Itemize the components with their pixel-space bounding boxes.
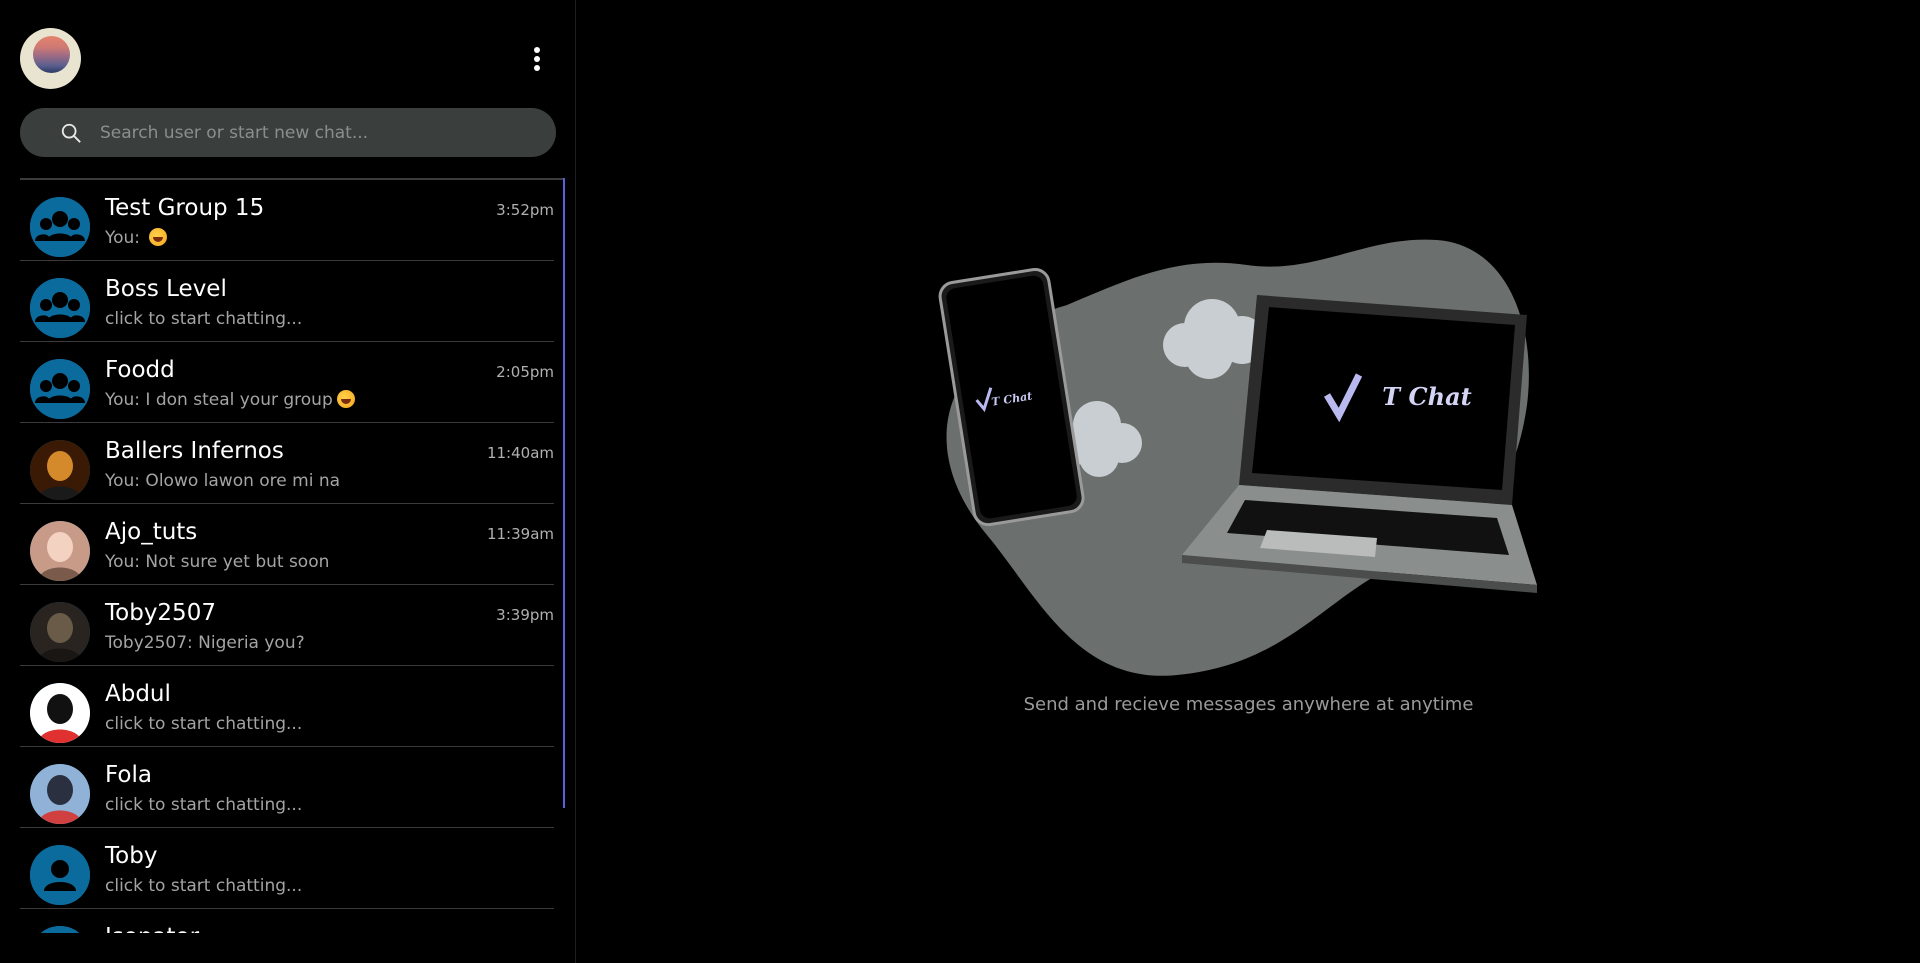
chat-name: Toby2507 [105,600,216,626]
chat-name: Test Group 15 [105,195,265,221]
chat-last-message: click to start chatting... [105,714,302,734]
chat-timestamp: 11:39am [486,525,554,543]
sidebar: Test Group 15 You: 3:52pm Boss Level click … [0,0,576,963]
avatar [30,521,90,581]
chat-timestamp: 3:39pm [496,606,554,624]
chat-last-message: Toby2507: Nigeria you? [105,633,305,653]
chat-last-message-text: click to start chatting... [105,309,303,329]
welcome-illustration: T Chat T Chat [938,239,1537,676]
profile-avatar[interactable] [20,28,81,89]
chat-last-message-text: You: I don steal your group [105,390,333,410]
chat-name: Ballers Infernos [105,438,284,464]
chat-last-message: click to start chatting... [105,795,302,815]
user-icon [30,926,90,933]
chat-list-item[interactable]: Boss Level click to start chatting... [20,261,554,342]
chat-list-item[interactable]: Toby click to start chatting... [20,828,554,909]
chat-list-item[interactable]: Foodd You: I don steal your group 2:05pm [20,342,554,423]
chat-name: Boss Level [105,276,227,302]
chat-list-item[interactable]: Test Group 15 You: 3:52pm [20,180,554,261]
chat-name: Isonator [105,924,199,933]
chat-timestamp: 3:52pm [496,201,554,219]
chat-last-message-text: click to start chatting... [105,876,303,896]
chat-last-message: You: Not sure yet but soon [105,552,329,572]
chat-last-message: You: Olowo lawon ore mi na [105,471,340,491]
chat-last-message-text: click to start chatting... [105,714,303,734]
avatar [30,602,90,662]
group-icon [30,278,90,338]
chat-last-message: click to start chatting... [105,876,302,896]
chat-list-item[interactable]: Ajo_tuts You: Not sure yet but soon 11:39a… [20,504,554,585]
chat-last-message: You: [105,228,168,248]
search-icon [61,123,81,143]
chat-last-message-text: You: Not sure yet but soon [105,552,330,572]
laughing-emoji-icon [149,228,168,246]
user-icon [30,845,90,905]
more-options-icon[interactable] [522,42,552,76]
chat-last-message-text: You: Olowo lawon ore mi na [105,471,341,491]
chat-last-message-text: click to start chatting... [105,795,303,815]
chat-last-message-text: Toby2507: Nigeria you? [105,633,305,653]
chat-name: Fola [105,762,152,788]
scrollbar[interactable] [563,178,565,808]
chat-timestamp: 11:40am [486,444,554,462]
group-icon [30,359,90,419]
search-bar[interactable] [20,108,556,157]
welcome-caption: Send and recieve messages anywhere at an… [1023,694,1474,715]
chat-list: Test Group 15 You: 3:52pm Boss Level click … [20,178,564,933]
chat-list-item[interactable]: Ballers Infernos You: Olowo lawon ore mi … [20,423,554,504]
chat-name: Foodd [105,357,175,383]
search-input[interactable] [100,108,556,157]
chat-name: Ajo_tuts [105,519,198,545]
laughing-emoji-icon [336,390,355,408]
chat-last-message: click to start chatting... [105,309,302,329]
chat-name: Abdul [105,681,171,707]
chat-list-item[interactable]: Toby2507 Toby2507: Nigeria you? 3:39pm [20,585,554,666]
chat-name: Toby [105,843,158,869]
chat-timestamp: 2:05pm [496,363,554,381]
avatar [30,764,90,824]
chat-last-message-text: You: [105,228,146,248]
chat-list-item[interactable]: Isonator [20,909,554,933]
main-panel: T Chat T Chat Send and recieve messages … [577,0,1920,963]
svg-text:T Chat: T Chat [1382,382,1471,411]
avatar [30,440,90,500]
group-icon [30,197,90,257]
chat-last-message: You: I don steal your group [105,390,355,410]
avatar [30,683,90,743]
chat-list-item[interactable]: Fola click to start chatting... [20,747,554,828]
chat-list-item[interactable]: Abdul click to start chatting... [20,666,554,747]
